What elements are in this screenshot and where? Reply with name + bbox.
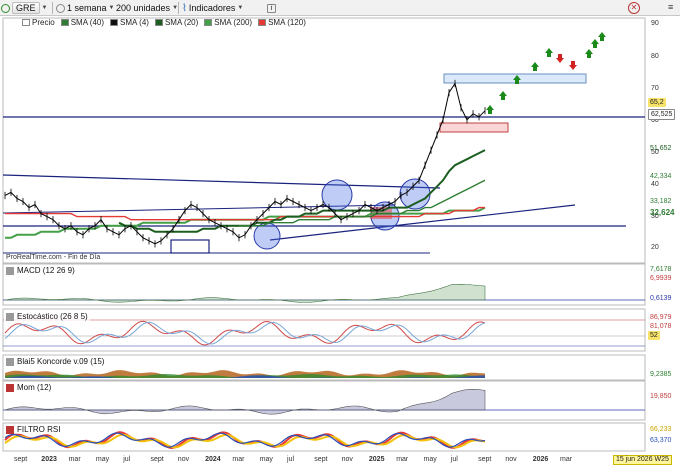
channel-top-line (2, 174, 441, 189)
macd-badge: 7,6178 (650, 266, 672, 273)
macd-badge: 6,9939 (650, 275, 672, 282)
up-arrow-icon (545, 48, 553, 57)
reference-price-badge: 62,525 (648, 109, 676, 120)
rising-trendline (269, 204, 576, 241)
y-tick: 90 (651, 20, 659, 27)
mom-pane-frame (2, 380, 646, 421)
rsi-badge: 66,233 (650, 426, 672, 433)
y-tick: 20 (651, 244, 659, 251)
stop-zone-box (439, 122, 509, 133)
rsi-badge: 63,370 (650, 437, 672, 444)
macd-label-text: MACD (12 26 9) (17, 266, 75, 275)
x-tick: may (259, 456, 273, 463)
signal-arrows[interactable] (486, 32, 606, 114)
rsi-label-text: FILTRO RSI (17, 425, 61, 434)
koncorde-badge: 9,2385 (650, 371, 672, 378)
stoch-badge: 81,078 (650, 323, 672, 330)
stoch-badge: 86,979 (650, 314, 672, 321)
y-tick: 80 (651, 53, 659, 60)
y-tick: 40 (651, 181, 659, 188)
up-arrow-icon (585, 49, 593, 58)
x-tick: mar (232, 456, 245, 463)
indicator-icon (6, 312, 14, 321)
mom-label-text: Mom (12) (17, 383, 52, 392)
x-tick: sept (478, 456, 492, 463)
x-tick: mar (560, 456, 573, 463)
sma120-badge: 33,182 (650, 198, 672, 205)
x-tick: sept (150, 456, 164, 463)
mom-pane[interactable] (3, 388, 645, 415)
rsi-label[interactable]: FILTRO RSI (4, 425, 63, 434)
x-tick: nov (177, 456, 190, 463)
up-arrow-icon (499, 91, 507, 100)
provider-credit: ProRealTime.com - Fin de Día (6, 254, 101, 261)
stoch-label-text: Estocástico (26 8 5) (17, 312, 88, 321)
koncorde-pane[interactable] (5, 370, 485, 378)
mom-area (4, 388, 486, 415)
indicator-icon (6, 357, 14, 366)
down-arrow-icon (556, 54, 564, 63)
stoch-badge: 52 (648, 331, 660, 340)
x-tick: jul (287, 456, 295, 463)
macd-pane-frame (2, 263, 646, 306)
x-tick: may (95, 456, 110, 463)
x-tick: sept (14, 456, 28, 463)
x-tick: 2025 (368, 456, 385, 463)
koncorde-label-text: Blai5 Koncorde v.09 (15) (17, 357, 105, 366)
price-series-layer (4, 79, 486, 248)
stoch-pane-frame (2, 308, 646, 352)
y-tick: 70 (651, 85, 659, 92)
date-badge: 15 jun 2026 W25 (613, 455, 672, 465)
macd-label[interactable]: MACD (12 26 9) (4, 266, 77, 275)
last-price-badge: 65,2 (648, 98, 666, 107)
x-tick: jul (123, 456, 131, 463)
x-tick: nov (505, 456, 517, 463)
rsi-yellow-line (4, 433, 486, 449)
sma200-badge: 32,624 (650, 208, 675, 217)
macd-badge: 0,6139 (650, 295, 672, 302)
highlight-circle (253, 222, 281, 250)
sma20-badge: 51,652 (650, 145, 672, 152)
stoch-pane[interactable] (3, 319, 645, 347)
highlight-circle (321, 179, 353, 211)
up-arrow-icon (531, 62, 539, 71)
stoch-k-line (4, 320, 486, 346)
x-tick: jul (450, 456, 458, 463)
up-arrow-icon (486, 105, 494, 114)
x-tick: may (423, 456, 437, 463)
koncorde-label[interactable]: Blai5 Koncorde v.09 (15) (4, 357, 107, 366)
x-tick: 2024 (205, 456, 221, 463)
mom-label[interactable]: Mom (12) (4, 383, 54, 392)
rsi-pane[interactable] (4, 431, 486, 450)
x-tick: sept (314, 456, 328, 463)
base-box (170, 239, 210, 254)
macd-pane[interactable] (3, 283, 645, 303)
stoch-label[interactable]: Estocástico (26 8 5) (4, 312, 90, 321)
x-tick: nov (341, 456, 353, 463)
down-arrow-icon (569, 61, 577, 70)
macd-area (4, 283, 486, 303)
x-tick: 2026 (532, 456, 549, 463)
x-tick: mar (68, 456, 81, 463)
up-arrow-icon (598, 32, 606, 41)
chart-canvas[interactable] (0, 0, 680, 465)
x-tick: 2023 (41, 456, 57, 463)
mom-badge: 19,850 (650, 393, 672, 400)
sma40-badge: 42,334 (650, 173, 672, 180)
indicator-icon (6, 266, 14, 275)
up-arrow-icon (591, 39, 599, 48)
indicator-icon (6, 383, 14, 392)
x-tick: mar (396, 456, 409, 463)
indicator-icon (6, 425, 14, 434)
